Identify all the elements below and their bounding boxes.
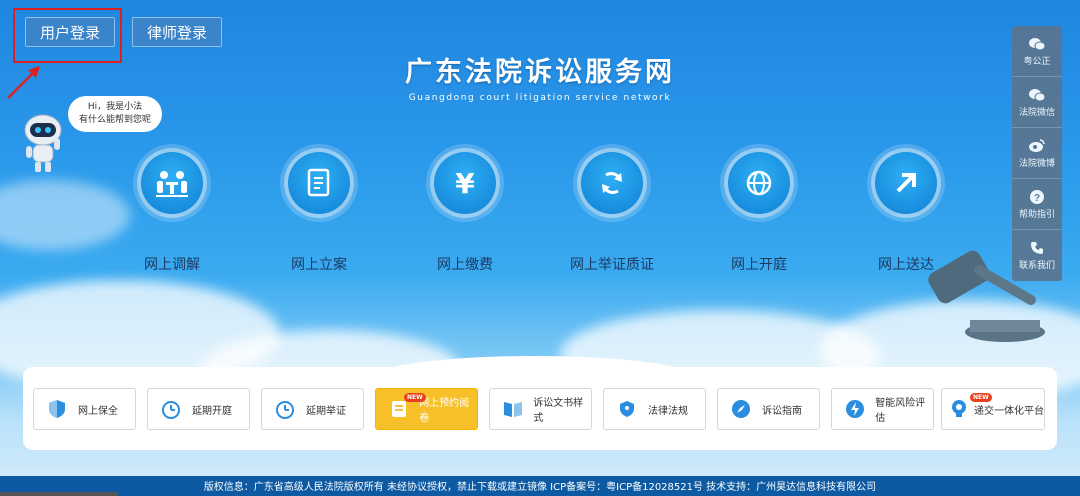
service-online-hearing[interactable]: 网上开庭 <box>699 148 819 274</box>
document-edit-icon <box>284 148 354 218</box>
right-sidebar: 粤公正 法院微信 法院微博 ? 帮助指引 联系我们 <box>1012 26 1062 281</box>
shield-icon <box>46 398 68 420</box>
help-icon: ? <box>1012 187 1062 207</box>
sidebar-label: 法院微博 <box>1018 159 1055 169</box>
new-badge: NEW <box>404 393 426 402</box>
quick-link-online-file-review[interactable]: 网上预约阅卷 NEW <box>375 388 478 430</box>
quick-link-label: 智能风险评估 <box>875 398 926 424</box>
quick-link-risk-assessment[interactable]: 智能风险评估 <box>831 388 934 430</box>
quick-link-label: 延期开庭 <box>192 405 232 417</box>
quick-link-submission-platform[interactable]: 递交一体化平台 NEW <box>941 388 1045 430</box>
quick-link-label: 法律法规 <box>648 405 688 417</box>
horizontal-scrollbar[interactable] <box>0 492 118 496</box>
phone-icon <box>1012 238 1062 258</box>
sidebar-item-court-weibo[interactable]: 法院微博 <box>1012 128 1062 179</box>
sidebar-label: 帮助指引 <box>1018 210 1055 220</box>
new-badge: NEW <box>970 393 992 402</box>
sidebar-item-contact[interactable]: 联系我们 <box>1012 230 1062 281</box>
sidebar-item-court-wechat[interactable]: 法院微信 <box>1012 77 1062 128</box>
site-title-cn: 广东法院诉讼服务网 <box>405 57 675 88</box>
quick-link-label: 网上预约阅卷 <box>419 398 470 424</box>
service-label: 网上调解 <box>144 257 200 273</box>
sidebar-label: 粤公正 <box>1023 57 1051 67</box>
assistant-speech-bubble[interactable]: Hi，我是小法 有什么能帮到您呢 <box>68 96 162 132</box>
wechat-icon <box>1012 34 1062 54</box>
clock-icon <box>274 398 296 420</box>
quick-link-laws-regulations[interactable]: 法律法规 <box>603 388 706 430</box>
assistant-prompt: 有什么能帮到您呢 <box>78 115 151 125</box>
quick-link-label: 诉讼文书样式 <box>533 398 584 424</box>
quick-link-postpone-evidence[interactable]: 延期举证 <box>261 388 364 430</box>
quick-link-label: 递交一体化平台 <box>974 405 1044 417</box>
quick-link-label: 延期举证 <box>306 405 346 417</box>
service-online-evidence[interactable]: 网上举证质证 <box>552 148 672 274</box>
sidebar-item-yuegongzheng[interactable]: 粤公正 <box>1012 26 1062 77</box>
assistant-greeting: Hi，我是小法 <box>87 102 143 112</box>
lightbulb-icon <box>948 398 970 420</box>
service-online-filing[interactable]: 网上立案 <box>259 148 379 274</box>
compass-icon <box>730 398 752 420</box>
quick-link-postpone-hearing[interactable]: 延期开庭 <box>147 388 250 430</box>
bolt-icon <box>844 398 865 420</box>
quick-link-label: 诉讼指南 <box>762 405 802 417</box>
weibo-icon <box>1012 136 1062 156</box>
clock-icon <box>160 398 182 420</box>
service-online-payment[interactable]: ¥ 网上缴费 <box>405 148 525 274</box>
sidebar-item-help[interactable]: ? 帮助指引 <box>1012 179 1062 230</box>
service-label: 网上开庭 <box>731 257 787 273</box>
service-label: 网上举证质证 <box>570 257 654 273</box>
exchange-icon <box>577 148 647 218</box>
service-online-mediation[interactable]: 网上调解 <box>112 148 232 274</box>
quick-link-label: 网上保全 <box>78 405 118 417</box>
svg-text:?: ? <box>1034 193 1040 204</box>
sidebar-label: 法院微信 <box>1018 108 1055 118</box>
book-icon <box>502 398 523 420</box>
cloud-decoration <box>0 180 130 250</box>
yuan-icon: ¥ <box>430 148 500 218</box>
site-title: 广东法院诉讼服务网 Guangdong court litigation ser… <box>0 50 1080 103</box>
quick-link-online-preservation[interactable]: 网上保全 <box>33 388 136 430</box>
service-label: 网上缴费 <box>437 257 493 273</box>
quick-link-document-templates[interactable]: 诉讼文书样式 <box>489 388 592 430</box>
shield-icon <box>616 398 638 420</box>
people-table-icon <box>137 148 207 218</box>
site-title-en: Guangdong court litigation service netwo… <box>408 93 672 103</box>
quick-links-panel: 网上保全 延期开庭 延期举证 网上预约阅卷 NEW 诉讼文书样式 法律法规 诉讼… <box>23 367 1057 450</box>
wechat-icon <box>1012 85 1062 105</box>
sidebar-label: 联系我们 <box>1018 261 1055 271</box>
arrow-up-right-icon <box>871 148 941 218</box>
globe-icon <box>724 148 794 218</box>
service-label: 网上立案 <box>291 257 347 273</box>
quick-link-litigation-guide[interactable]: 诉讼指南 <box>717 388 820 430</box>
robot-assistant-icon[interactable] <box>22 112 64 174</box>
footer-copyright: 版权信息：广东省高级人民法院版权所有 未经协议授权，禁止下载或建立镜像 ICP备… <box>0 476 1080 496</box>
lawyer-login-button[interactable]: 律师登录 <box>132 17 223 47</box>
